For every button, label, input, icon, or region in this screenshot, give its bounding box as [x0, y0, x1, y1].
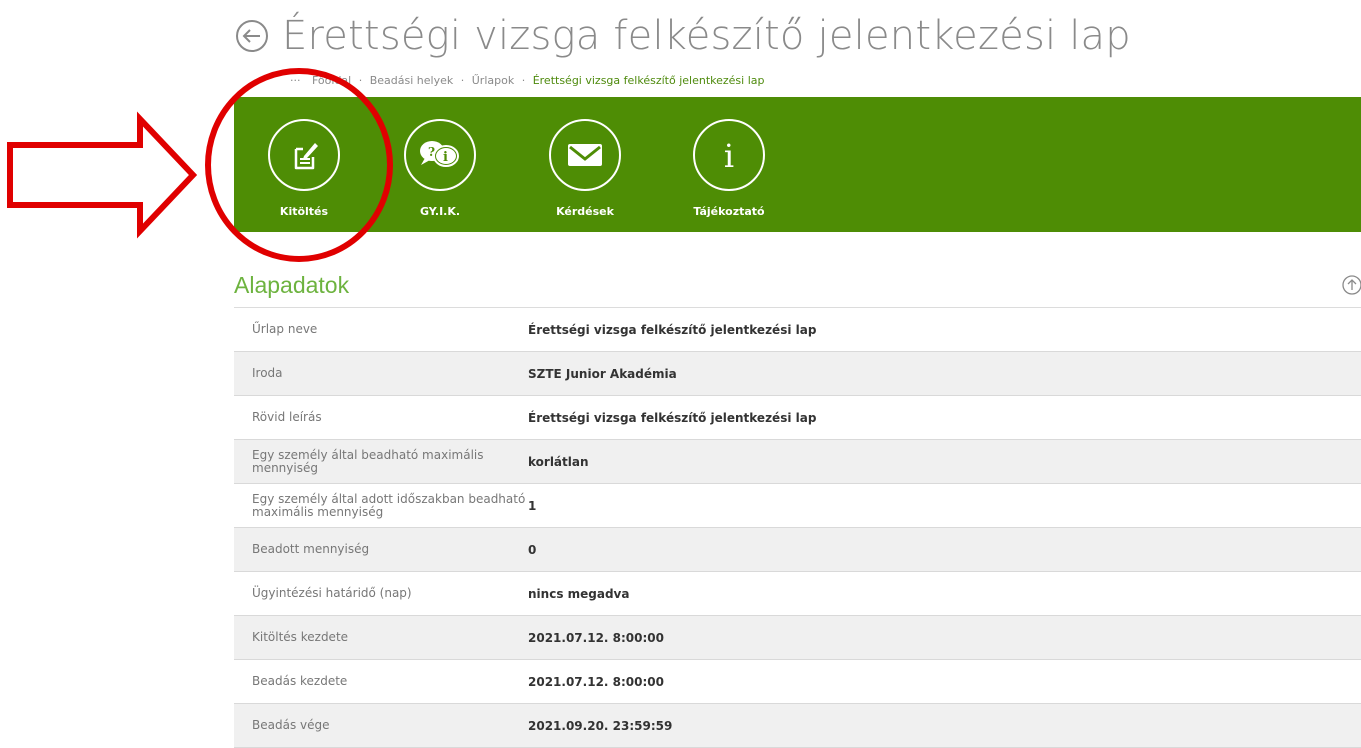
table-row: Iroda SZTE Junior Akadémia [234, 351, 1361, 396]
row-label: Egy személy által adott időszakban beadh… [234, 483, 528, 528]
breadcrumb-submission-places-link[interactable]: Beadási helyek [370, 74, 454, 87]
row-label: Egy személy által beadható maximális men… [234, 439, 528, 484]
row-label: Beadás kezdete [234, 659, 528, 704]
toolbar-questions-label: Kérdések [556, 205, 614, 218]
row-value: Érettségi vizsga felkészítő jelentkezési… [528, 308, 1361, 352]
table-row: Egy személy által adott időszakban beadh… [234, 483, 1361, 528]
breadcrumb-current: Érettségi vizsga felkészítő jelentkezési… [532, 74, 765, 87]
row-value: korlátlan [528, 439, 1361, 484]
section-title: Alapadatok [234, 272, 350, 298]
row-value: SZTE Junior Akadémia [528, 351, 1361, 396]
info-icon: i [693, 119, 765, 191]
breadcrumb-ellipsis[interactable]: ··· [290, 74, 301, 87]
table-row: Űrlap neve Érettségi vizsga felkészítő j… [234, 308, 1361, 352]
row-value: 0 [528, 527, 1361, 572]
row-value: 2021.07.12. 8:00:00 [528, 615, 1361, 660]
toolbar-information-label: Tájékoztató [693, 205, 765, 218]
table-row: Rövid leírás Érettségi vizsga felkészítő… [234, 395, 1361, 440]
row-label: Rövid leírás [234, 395, 528, 440]
table-row: Egy személy által beadható maximális men… [234, 439, 1361, 484]
toolbar-faq-label: GY.I.K. [419, 205, 461, 218]
table-row: Beadás kezdete 2021.07.12. 8:00:00 [234, 659, 1361, 704]
toolbar-questions-button[interactable]: Kérdések [535, 119, 635, 218]
toolbar-fill-button[interactable]: Kitöltés [254, 119, 354, 218]
row-label: Kitöltés kezdete [234, 615, 528, 660]
toolbar-faq-button[interactable]: ? i GY.I.K. [390, 119, 490, 218]
table-row: Beadás vége 2021.09.20. 23:59:59 [234, 703, 1361, 748]
table-row: Kitöltés kezdete 2021.07.12. 8:00:00 [234, 615, 1361, 660]
row-value: 1 [528, 483, 1361, 528]
table-row: Ügyintézési határidő (nap) nincs megadva [234, 571, 1361, 616]
annotation-arrow-icon [7, 111, 198, 239]
row-value: 2021.07.12. 8:00:00 [528, 659, 1361, 704]
back-arrow-icon[interactable] [234, 18, 270, 54]
table-row: Beadott mennyiség 0 [234, 527, 1361, 572]
faq-bubbles-icon: ? i [404, 119, 476, 191]
breadcrumb-home-link[interactable]: Főoldal [312, 74, 351, 87]
svg-text:i: i [443, 150, 448, 165]
page-title-text: Érettségi vizsga felkészítő jelentkezési… [282, 13, 1131, 59]
row-label: Beadott mennyiség [234, 527, 528, 572]
row-label: Iroda [234, 351, 528, 396]
row-value: 2021.09.20. 23:59:59 [528, 703, 1361, 748]
row-label: Űrlap neve [234, 308, 528, 352]
page-title: Érettségi vizsga felkészítő jelentkezési… [234, 8, 1131, 64]
row-label: Ügyintézési határidő (nap) [234, 571, 528, 616]
row-label: Beadás vége [234, 703, 528, 748]
details-table: Űrlap neve Érettségi vizsga felkészítő j… [234, 308, 1361, 748]
envelope-icon [549, 119, 621, 191]
scroll-up-icon[interactable] [1342, 275, 1361, 295]
edit-form-icon [268, 119, 340, 191]
row-value: Érettségi vizsga felkészítő jelentkezési… [528, 395, 1361, 440]
action-toolbar: Kitöltés ? i GY.I.K. Kérdések i Tájékozt… [234, 97, 1361, 232]
breadcrumb-forms-link[interactable]: Űrlapok [472, 74, 514, 87]
breadcrumb: ··· Főoldal · Beadási helyek · Űrlapok ·… [290, 74, 765, 87]
toolbar-information-button[interactable]: i Tájékoztató [679, 119, 779, 218]
toolbar-fill-label: Kitöltés [279, 205, 329, 218]
svg-text:i: i [724, 137, 734, 173]
row-value: nincs megadva [528, 571, 1361, 616]
